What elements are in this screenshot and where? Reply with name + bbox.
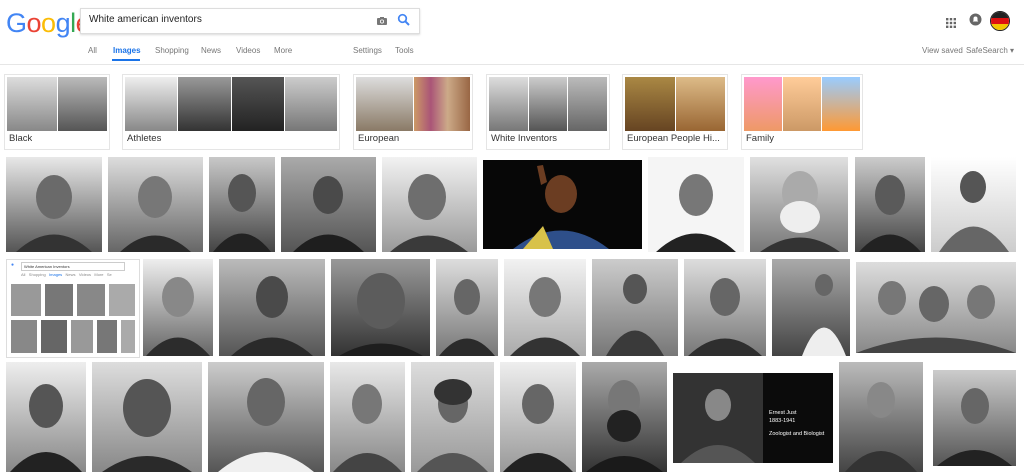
image-result[interactable] (411, 362, 494, 472)
image-result[interactable] (582, 362, 667, 472)
logo-letter: o (26, 8, 42, 38)
image-result[interactable] (208, 362, 324, 472)
logo-letter: o (41, 8, 56, 38)
related-chip-white-inventors[interactable]: White Inventors (486, 74, 610, 150)
header-divider (0, 64, 1024, 65)
image-result[interactable] (6, 157, 102, 252)
ernest-years: 1883-1941 (769, 418, 796, 424)
view-saved-link[interactable]: View saved (922, 46, 963, 55)
image-result[interactable] (500, 362, 576, 472)
search-icon[interactable] (397, 13, 411, 32)
image-result[interactable] (931, 157, 1016, 252)
image-result[interactable] (209, 157, 275, 252)
related-chip-family[interactable]: Family (741, 74, 863, 150)
image-result[interactable] (331, 259, 430, 356)
safesearch-link[interactable]: SafeSearch ▾ (966, 46, 1014, 55)
image-result[interactable] (92, 362, 202, 472)
image-result[interactable] (839, 362, 923, 472)
chip-label: Black (9, 133, 33, 144)
tab-tools[interactable]: Tools (395, 46, 414, 55)
notifications-icon[interactable] (969, 13, 982, 31)
image-result[interactable] (856, 262, 1016, 353)
related-chip-athletes[interactable]: Athletes (122, 74, 340, 150)
image-result[interactable] (281, 157, 376, 252)
related-chip-european-people[interactable]: European People Hi... (622, 74, 728, 150)
tab-news[interactable]: News (201, 46, 221, 55)
chip-thumbnails (744, 77, 860, 131)
tab-all[interactable]: All (88, 46, 97, 55)
camera-icon[interactable] (376, 14, 388, 32)
image-result[interactable] (504, 259, 586, 356)
search-box (80, 8, 420, 34)
account-avatar[interactable] (990, 11, 1010, 31)
google-logo[interactable]: Google (6, 8, 91, 39)
image-result-search-screenshot[interactable]: ● White American Inventors All Shopping … (6, 259, 140, 358)
chip-thumbnails (7, 77, 107, 131)
image-result[interactable] (592, 259, 678, 356)
chip-label: White Inventors (491, 133, 557, 144)
chip-thumbnails (625, 77, 725, 131)
logo-letter: g (55, 8, 71, 38)
image-result[interactable] (750, 157, 848, 252)
image-result[interactable] (330, 362, 405, 472)
image-result[interactable] (219, 259, 325, 356)
mini-thumbnails (11, 284, 135, 353)
chip-label: European (358, 133, 400, 144)
image-result[interactable] (933, 370, 1016, 466)
active-tab-indicator (112, 59, 140, 61)
ernest-name: Ernest Just (769, 410, 797, 416)
image-result[interactable] (436, 259, 498, 356)
ernest-portrait (673, 373, 763, 463)
tab-videos[interactable]: Videos (236, 46, 260, 55)
image-result[interactable] (143, 259, 213, 356)
search-input[interactable] (89, 14, 369, 25)
image-result[interactable] (648, 157, 744, 252)
related-chip-european[interactable]: European (353, 74, 473, 150)
tab-more[interactable]: More (274, 46, 292, 55)
chip-label: Family (746, 133, 774, 144)
image-result[interactable] (108, 157, 203, 252)
apps-grid-icon[interactable] (946, 15, 956, 33)
tab-settings[interactable]: Settings (353, 46, 382, 55)
image-result[interactable] (772, 259, 850, 356)
chip-thumbnails (489, 77, 608, 131)
chip-thumbnails (356, 77, 470, 131)
image-result[interactable] (382, 157, 477, 252)
chip-label: Athletes (127, 133, 162, 144)
chip-thumbnails (125, 77, 337, 131)
image-result-ernest-just[interactable]: Ernest Just 1883-1941 Zoologist and Biol… (673, 373, 833, 463)
logo-letter: G (6, 8, 27, 38)
search-tabs: All Images Shopping News Videos More Set… (0, 46, 1024, 62)
ernest-role: Zoologist and Biologist (769, 431, 825, 437)
image-result[interactable] (855, 157, 925, 252)
chip-label: European People Hi... (627, 133, 720, 144)
tab-images[interactable]: Images (113, 46, 141, 55)
related-chip-black[interactable]: Black (4, 74, 110, 150)
image-result[interactable] (483, 160, 642, 249)
image-result[interactable] (6, 362, 86, 472)
image-result[interactable] (684, 259, 766, 356)
tab-shopping[interactable]: Shopping (155, 46, 189, 55)
